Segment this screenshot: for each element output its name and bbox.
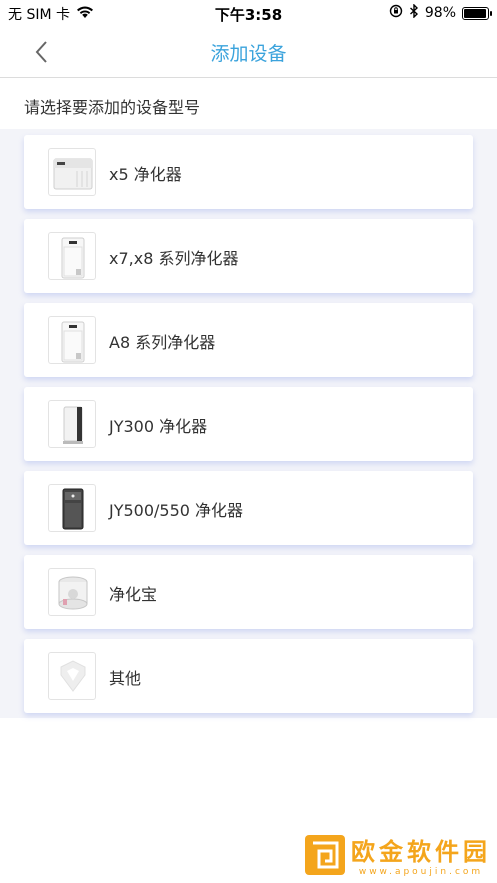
purifier-cylinder-image [48, 568, 96, 616]
status-bar: 无 SIM 卡 下午3:58 98% [0, 0, 497, 26]
purifier-x5-image [48, 148, 96, 196]
device-label: 其他 [109, 669, 142, 688]
watermark-url: www.apoujin.com [358, 867, 484, 877]
device-label: JY300 净化器 [109, 417, 208, 436]
watermark-text: 欧金软件园 [351, 838, 491, 866]
device-item-jinghuabao[interactable]: 净化宝 [24, 555, 473, 629]
purifier-a8-image [48, 316, 96, 364]
device-item-jy500-550[interactable]: JY500/550 净化器 [24, 471, 473, 545]
device-label: JY500/550 净化器 [109, 501, 244, 520]
device-item-jy300[interactable]: JY300 净化器 [24, 387, 473, 461]
battery-icon [462, 6, 492, 20]
device-item-other[interactable]: 其他 [24, 639, 473, 713]
device-label: x5 净化器 [109, 165, 182, 184]
device-list: x5 净化器 x7,x8 系列净化器 A8 系列净化器 JY300 净化器 JY… [0, 129, 497, 718]
battery-percent: 98% [424, 5, 456, 21]
purifier-x7-image [48, 232, 96, 280]
battery-level-fill [464, 8, 486, 18]
purifier-jy300-image [48, 400, 96, 448]
watermark-logo-icon [305, 834, 345, 875]
watermark: 欧金软件园 www.apoujin.com [305, 832, 491, 877]
watermark-text-block: 欧金软件园 www.apoujin.com [351, 832, 491, 877]
device-label: 净化宝 [109, 585, 158, 604]
device-label: A8 系列净化器 [109, 333, 216, 352]
page-title: 添加设备 [210, 43, 287, 65]
device-item-x7-x8[interactable]: x7,x8 系列净化器 [24, 219, 473, 293]
orientation-lock-icon [389, 4, 403, 22]
purifier-jy500-image [48, 484, 96, 532]
subtitle-row: 请选择要添加的设备型号 [0, 79, 497, 129]
nav-bar: 添加设备 [0, 26, 497, 78]
subtitle-text: 请选择要添加的设备型号 [24, 98, 201, 117]
bluetooth-icon [409, 3, 419, 22]
other-device-image [48, 652, 96, 700]
device-label: x7,x8 系列净化器 [109, 249, 239, 268]
device-item-x5[interactable]: x5 净化器 [24, 135, 473, 209]
device-item-a8[interactable]: A8 系列净化器 [24, 303, 473, 377]
